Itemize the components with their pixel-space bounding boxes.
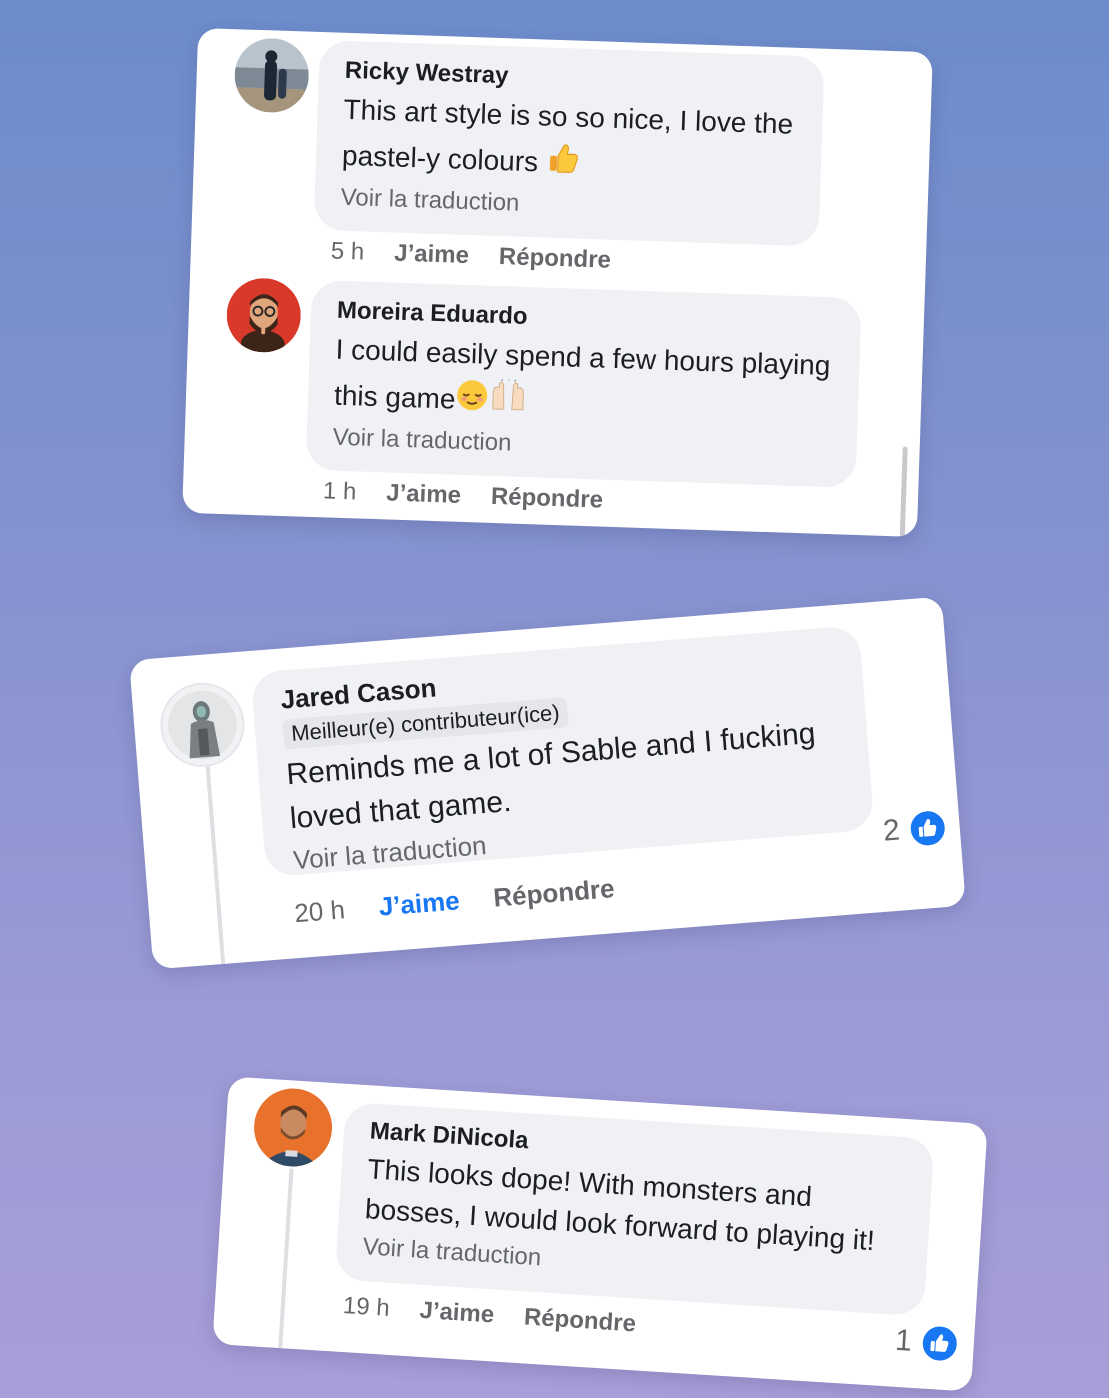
comment-timestamp[interactable]: 1 h [322,477,357,506]
comment-text: I could easily spend a few hours playing… [333,327,834,438]
comment-actions: 1 h J’aime Répondre [322,477,604,515]
reaction-count: 2 [881,813,902,848]
comment-actions: 20 h J’aime Répondre [293,873,615,929]
comment-moreira-eduardo: Moreira Eduardo I could easily spend a f… [182,268,925,537]
avatar-memoji [225,277,302,354]
thumbs-up-icon [918,1322,962,1365]
reply-button[interactable]: Répondre [492,873,615,913]
comment-timestamp[interactable]: 20 h [293,894,346,929]
reaction-count: 1 [894,1323,913,1358]
comment-timestamp[interactable]: 5 h [330,237,364,266]
comment-bubble: Mark DiNicola This looks dope! With mons… [334,1101,935,1317]
comment-card-2: Jared Cason Meilleur(e) contributeur(ice… [129,596,966,970]
comment-ricky-westray: Ricky Westray This art style is so so ni… [190,28,933,297]
comment-bubble: Moreira Eduardo I could easily spend a f… [305,279,862,488]
thumbs-up-icon [906,806,950,850]
reaction-summary[interactable]: 2 [881,806,950,852]
comment-text-segment: pastel-y colours [341,139,539,178]
thread-line [277,1168,294,1359]
avatar[interactable] [233,37,310,114]
reply-button[interactable]: Répondre [490,483,604,515]
comment-timestamp[interactable]: 19 h [342,1292,390,1323]
like-button[interactable]: J’aime [386,479,462,509]
reply-button[interactable]: Répondre [498,243,611,275]
comment-text-segment: this game [333,379,456,415]
reaction-summary[interactable]: 1 [894,1321,962,1365]
comment-card-3: Mark DiNicola This looks dope! With mons… [212,1076,988,1392]
comment-actions: 5 h J’aime Répondre [330,237,611,274]
comment-card-1: Ricky Westray This art style is so so ni… [182,27,933,538]
avatar[interactable] [225,277,302,354]
comment-actions: 19 h J’aime Répondre [342,1292,637,1338]
thumbs-up-icon [545,140,581,189]
comment-bubble: Jared Cason Meilleur(e) contributeur(ice… [250,625,875,878]
reply-button[interactable]: Répondre [523,1303,636,1338]
like-button[interactable]: J’aime [378,885,461,922]
raising-hands-icon [489,378,529,427]
avatar-photo-beach [233,37,310,114]
avatar[interactable] [251,1086,335,1169]
avatar-photo-person [251,1086,335,1169]
like-button[interactable]: J’aime [394,240,470,270]
thread-line [205,759,226,970]
comment-bubble: Ricky Westray This art style is so so ni… [313,39,825,247]
comment-text: This art style is so so nice, I love the… [341,87,797,197]
avatar[interactable] [157,679,248,771]
relieved-face-icon [455,377,491,426]
avatar-figure [159,681,246,768]
like-button[interactable]: J’aime [419,1297,495,1330]
